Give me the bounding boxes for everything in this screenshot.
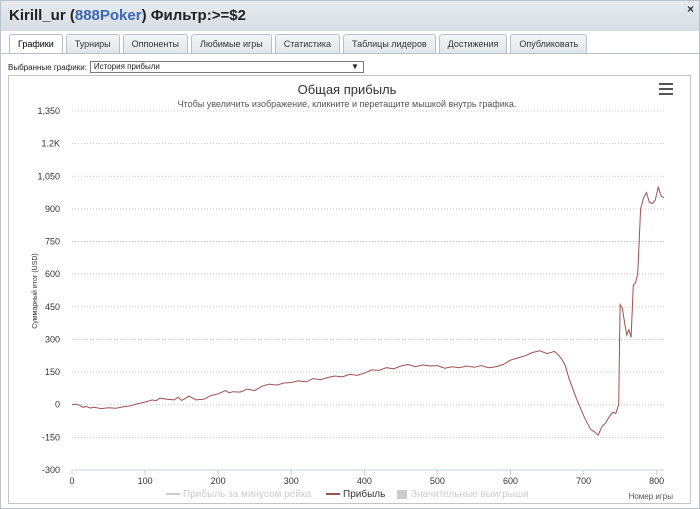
profile-window: Kirill_ur (888Poker) Фильтр:>=$2 × Графи… [0, 0, 700, 509]
tab-6[interactable]: Таблицы лидеров [343, 34, 436, 53]
filter-label: Фильтр:>=$2 [146, 7, 246, 24]
title-bar: Kirill_ur (888Poker) Фильтр:>=$2 × [1, 1, 699, 31]
tab-8[interactable]: Опубликовать [510, 34, 588, 53]
tab-7[interactable]: Достижения [438, 34, 508, 53]
close-icon[interactable]: × [687, 2, 694, 16]
site-name: 888Poker [74, 7, 142, 24]
chart-select[interactable]: История прибыли ▼ [89, 61, 364, 73]
tab-bar: Графики Турниры Оппоненты Любимые игры Стати… [9, 34, 588, 53]
window-title: Kirill_ur (888Poker) Фильтр:>=$2 [9, 7, 246, 24]
tab-4[interactable]: Любимые игры [190, 34, 272, 53]
chart-select-value: История прибыли [93, 62, 160, 71]
chart-menu-icon[interactable] [659, 83, 673, 96]
dropdown-arrow-icon: ▼ [350, 62, 359, 71]
tab-3[interactable]: Оппоненты [122, 34, 188, 53]
chart-container [8, 75, 691, 504]
chart-selector-label: Выбранные графики: [8, 62, 87, 72]
tab-2[interactable]: Турниры [65, 34, 120, 53]
player-name: Kirill_ur [9, 7, 66, 24]
tab-1[interactable]: Графики [9, 34, 63, 53]
tab-5[interactable]: Статистика [274, 34, 341, 53]
tab-divider [1, 53, 699, 54]
chart-selector-row: Выбранные графики: История прибыли ▼ [8, 61, 364, 73]
